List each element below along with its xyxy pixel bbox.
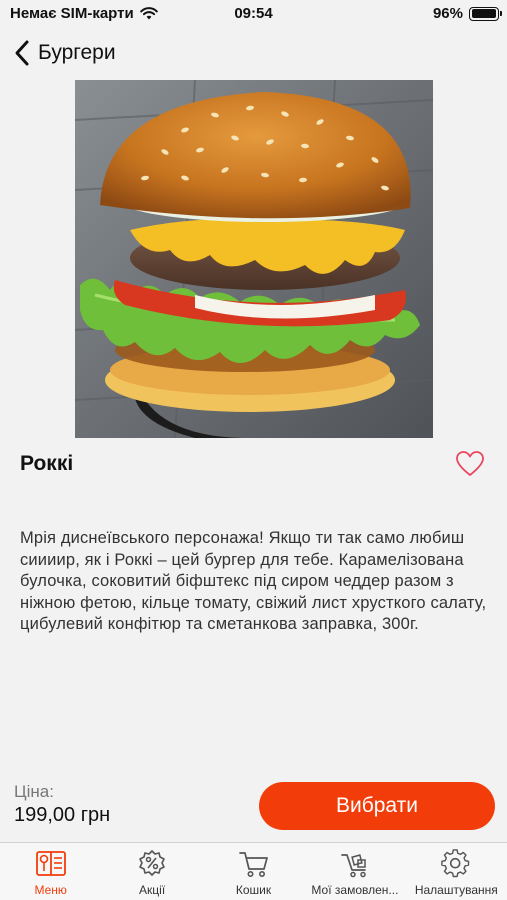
- cart-icon: [238, 852, 268, 877]
- menu-book-icon: [35, 851, 66, 876]
- status-right: 96%: [432, 5, 502, 22]
- favorite-button[interactable]: [455, 449, 485, 479]
- battery-percent: 96%: [432, 5, 463, 22]
- gear-icon: [441, 849, 470, 878]
- product-title: Роккі: [20, 452, 74, 475]
- tab-bar: Меню Акції Кошик Мої замовлен... Налашту…: [0, 842, 507, 900]
- heart-outline-icon: [456, 451, 484, 476]
- tab-label: Акції: [139, 883, 166, 897]
- discount-icon: [139, 850, 165, 876]
- tab-label: Налаштування: [414, 883, 498, 897]
- status-bar: Немає SIM-карти 09:54 96%: [0, 0, 507, 28]
- battery-fill: [471, 9, 496, 18]
- tab-menu[interactable]: Меню: [0, 843, 101, 900]
- status-time: 09:54: [234, 5, 273, 22]
- battery-icon: [469, 6, 502, 21]
- back-button[interactable]: Бургери: [12, 36, 116, 70]
- price-value: 199,00 грн: [14, 804, 111, 826]
- tab-my-orders[interactable]: Мої замовлен...: [304, 843, 405, 900]
- tab-label: Меню: [34, 883, 67, 897]
- orders-cart-icon: [341, 854, 366, 878]
- price-label: Ціна:: [14, 782, 54, 801]
- back-label: Бургери: [38, 41, 116, 64]
- choose-button[interactable]: Вибрати: [259, 782, 495, 830]
- tab-settings[interactable]: Налаштування: [406, 843, 507, 900]
- tab-cart[interactable]: Кошик: [203, 843, 304, 900]
- product-description: Мрія диснеївського персонажа! Якщо ти та…: [20, 529, 487, 633]
- product-image: [75, 80, 433, 438]
- tab-label: Мої замовлен...: [311, 883, 399, 897]
- tab-promotions[interactable]: Акції: [101, 843, 202, 900]
- tab-label: Кошик: [235, 883, 272, 897]
- chevron-left-icon: [15, 40, 29, 66]
